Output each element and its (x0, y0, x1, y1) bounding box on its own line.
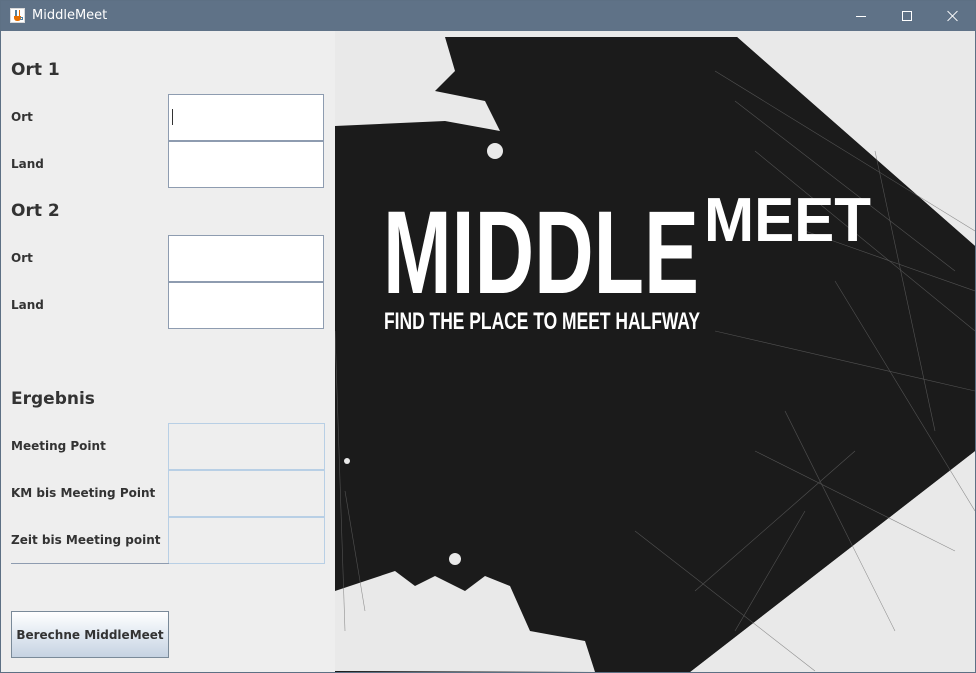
location2-country-label: Land (11, 298, 44, 312)
minimize-button[interactable] (838, 1, 884, 31)
splatter-dot-2 (412, 86, 422, 96)
minimize-icon (856, 15, 866, 17)
calculate-button[interactable]: Berechne MiddleMeet (11, 611, 169, 658)
meeting-point-output (168, 423, 325, 470)
logo-tagline-text: FIND THE PLACE TO MEET HALFWAY (384, 308, 700, 335)
input-form-panel: Ort 1 Ort Land Ort 2 Ort Land Ergebnis M… (1, 31, 335, 672)
location2-city-label: Ort (11, 251, 33, 265)
location2-heading: Ort 2 (11, 201, 60, 221)
splatter-dot-5 (344, 458, 350, 464)
location1-city-input[interactable] (168, 94, 324, 141)
java-app-icon (10, 8, 25, 23)
text-caret (172, 109, 173, 125)
km-label: KM bis Meeting Point (11, 486, 156, 500)
app-window: MiddleMeet Ort 1 Ort Land Ort 2 Ort Land… (0, 0, 976, 673)
time-output (168, 517, 325, 564)
splatter-dot-1 (487, 143, 503, 159)
window-title: MiddleMeet (32, 8, 108, 23)
banner-artwork: MIDDLE MEET FIND THE PLACE TO MEET HALFW… (335, 31, 975, 672)
maximize-button[interactable] (884, 1, 930, 31)
location2-country-input[interactable] (168, 282, 324, 329)
time-label: Zeit bis Meeting point (11, 533, 161, 547)
km-output (168, 470, 325, 517)
meeting-point-label: Meeting Point (11, 439, 106, 453)
result-heading: Ergebnis (11, 389, 95, 409)
logo-middle-text: MIDDLE (383, 187, 699, 319)
location2-city-input[interactable] (168, 235, 324, 282)
splatter-dot-4 (356, 97, 364, 105)
maximize-icon (902, 11, 912, 21)
title-bar[interactable]: MiddleMeet (1, 1, 975, 31)
close-button[interactable] (930, 1, 976, 31)
middlemeet-banner-image: MIDDLE MEET FIND THE PLACE TO MEET HALFW… (335, 31, 975, 672)
close-icon (947, 10, 959, 22)
logo-meet-text: MEET (704, 186, 871, 255)
location1-country-input[interactable] (168, 141, 324, 188)
location1-country-label: Land (11, 157, 44, 171)
result-divider (11, 563, 169, 564)
location1-heading: Ort 1 (11, 60, 60, 80)
splatter-dot-3 (449, 553, 461, 565)
location1-city-label: Ort (11, 110, 33, 124)
